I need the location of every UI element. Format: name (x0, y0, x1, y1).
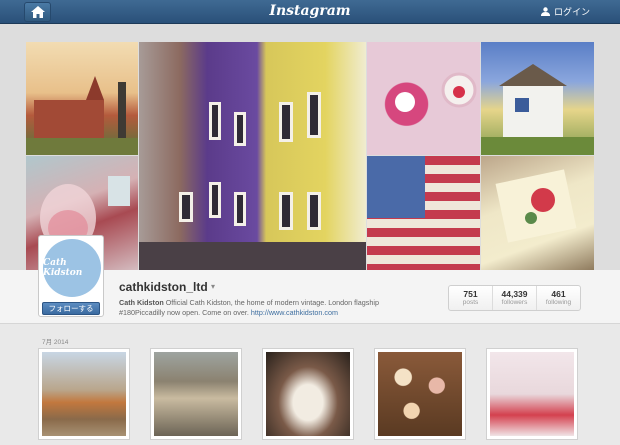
top-navigation-bar: Instagram ログイン (0, 0, 620, 24)
mosaic-photo-flag[interactable] (367, 156, 480, 270)
mosaic-photo-cards[interactable] (481, 156, 594, 270)
stat-label: followers (501, 299, 528, 306)
login-link[interactable]: ログイン (540, 5, 590, 18)
stat-label: following (545, 299, 572, 306)
instagram-logo[interactable]: Instagram (0, 3, 620, 19)
login-label: ログイン (553, 7, 590, 17)
avatar-card: Cath Kidston フォローする (38, 235, 104, 317)
stat-posts[interactable]: 751 posts (449, 286, 493, 310)
user-icon (540, 7, 550, 16)
profile-bio: Cath Kidston Official Cath Kidston, the … (119, 298, 419, 318)
gallery-thumbnail[interactable] (262, 348, 354, 440)
mosaic-photo-house[interactable] (481, 42, 594, 155)
stat-followers[interactable]: 44,339 followers (493, 286, 537, 310)
avatar[interactable]: Cath Kidston (43, 239, 101, 297)
mosaic-photo-houses[interactable] (139, 42, 366, 270)
bio-name: Cath Kidston (119, 298, 164, 307)
gallery-date-label: 7月 2014 (42, 339, 69, 346)
chevron-down-icon[interactable]: ▾ (211, 282, 215, 291)
gallery-thumbnail[interactable] (150, 348, 242, 440)
stat-value: 751 (463, 289, 478, 299)
gallery-thumbnail[interactable] (38, 348, 130, 440)
stat-label: posts (462, 299, 479, 306)
gallery-thumbnail[interactable] (486, 348, 578, 440)
photo-mosaic (26, 42, 594, 270)
mosaic-photo-landmark[interactable] (26, 42, 138, 155)
mosaic-photo-sweets[interactable] (367, 42, 480, 155)
avatar-logo-text: Cath Kidston (43, 258, 83, 278)
profile-username: cathkidston_ltd (119, 280, 208, 294)
bio-link[interactable]: http://www.cathkidston.com (251, 308, 338, 317)
stat-value: 461 (551, 289, 566, 299)
profile-stats: 751 posts 44,339 followers 461 following (448, 285, 581, 311)
stat-value: 44,339 (501, 289, 528, 299)
gallery-thumbnail[interactable] (374, 348, 466, 440)
follow-button[interactable]: フォローする (42, 302, 100, 315)
stat-following[interactable]: 461 following (537, 286, 580, 310)
